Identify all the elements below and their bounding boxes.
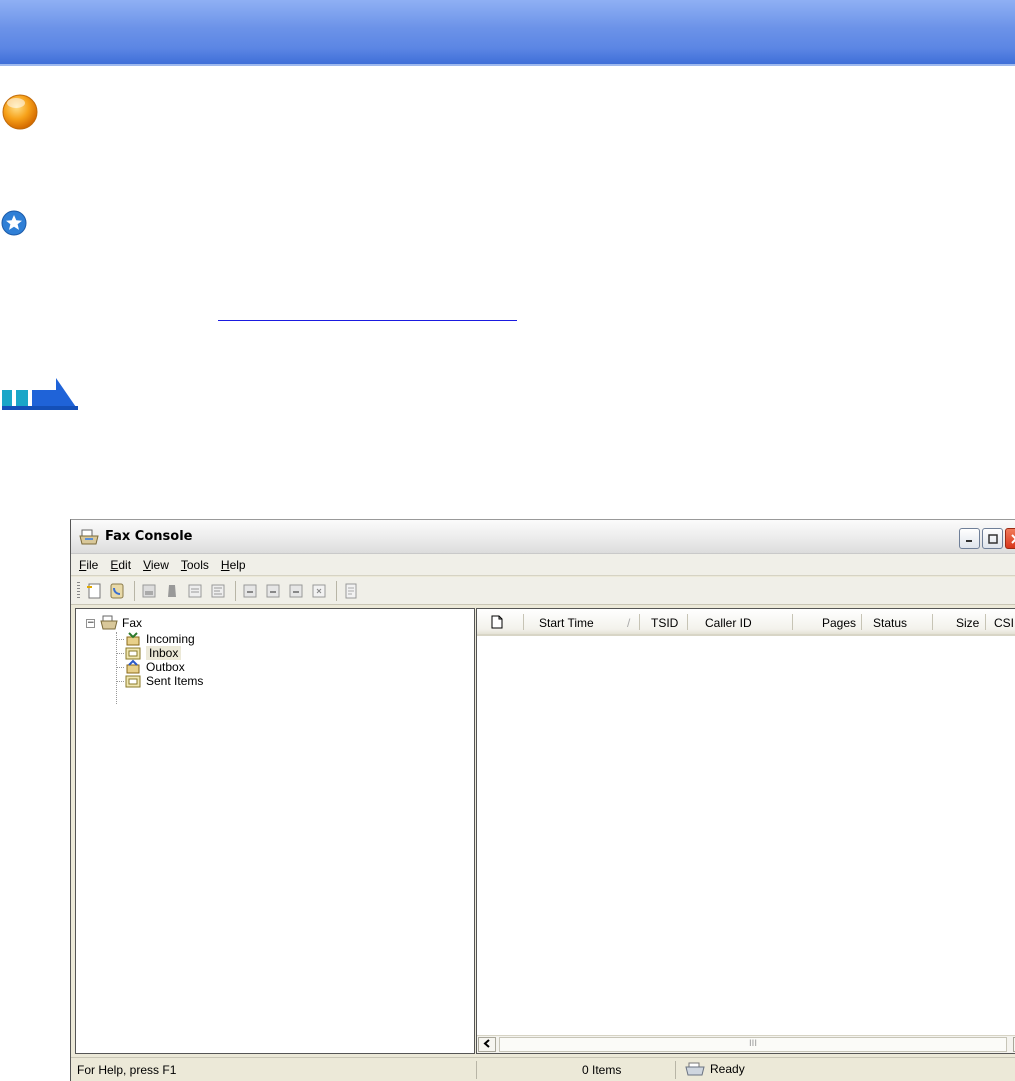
close-icon (1011, 534, 1015, 544)
forward-button[interactable] (263, 581, 283, 601)
toolbar-separator (134, 581, 135, 601)
window-title: Fax Console (105, 529, 192, 544)
title-bar[interactable]: Fax Console (71, 520, 1015, 554)
tree-guide (116, 681, 124, 682)
resume-button[interactable] (309, 581, 329, 601)
fax-printer-icon (79, 528, 99, 546)
save-as-button[interactable] (185, 581, 205, 601)
maximize-button[interactable] (982, 528, 1003, 549)
column-divider[interactable] (523, 614, 524, 630)
status-ready-text: Ready (710, 1062, 745, 1076)
column-caller-id[interactable]: Caller ID (705, 616, 752, 630)
folder-tree: − Fax Incoming Inbox (75, 608, 475, 1054)
menu-tools[interactable]: Tools (181, 558, 209, 572)
column-status[interactable]: Status (873, 616, 907, 630)
mail-to-icon (209, 582, 227, 600)
receive-now-icon (108, 582, 126, 600)
star-badge-icon (0, 208, 30, 238)
fax-console-window: Fax Console File Edit View Tools Help (70, 519, 1015, 1081)
tree-guide (116, 667, 124, 668)
column-divider[interactable] (985, 614, 986, 630)
menu-edit[interactable]: Edit (110, 558, 131, 572)
column-divider[interactable] (687, 614, 688, 630)
sent-items-icon (124, 673, 142, 689)
print-icon (163, 582, 181, 600)
column-divider[interactable] (861, 614, 862, 630)
toolbar (71, 577, 1015, 605)
pause-button[interactable] (286, 581, 306, 601)
tree-guide (116, 653, 124, 654)
tree-label: Incoming (146, 632, 195, 646)
help-link[interactable] (218, 308, 517, 321)
tree-label: Sent Items (146, 674, 203, 688)
scroll-left-button[interactable] (478, 1037, 496, 1052)
tree-label: Outbox (146, 660, 185, 674)
status-divider (675, 1061, 676, 1079)
minimize-button[interactable] (959, 528, 980, 549)
scroll-thumb[interactable]: III (499, 1037, 1007, 1052)
new-fax-button[interactable] (84, 581, 104, 601)
menu-bar: File Edit View Tools Help (71, 554, 1015, 576)
column-pages[interactable]: Pages (822, 616, 856, 630)
delete-icon (342, 582, 360, 600)
status-divider (476, 1061, 477, 1079)
status-ready: Ready (685, 1062, 745, 1076)
close-button[interactable] (1005, 528, 1015, 549)
toolbar-separator (336, 581, 337, 601)
column-header: Start Time / TSID Caller ID Pages Status… (477, 609, 1015, 636)
tree-label: Inbox (146, 646, 181, 660)
column-tsid[interactable]: TSID (651, 616, 678, 630)
column-divider[interactable] (639, 614, 640, 630)
sort-indicator: / (627, 616, 630, 630)
print-button[interactable] (162, 581, 182, 601)
resume-icon (310, 582, 328, 600)
menu-help[interactable]: Help (221, 558, 246, 572)
column-csid[interactable]: CSII (994, 616, 1015, 630)
document-icon[interactable] (491, 615, 503, 629)
menu-view[interactable]: View (143, 558, 169, 572)
chevron-left-icon (483, 1039, 491, 1048)
column-divider[interactable] (932, 614, 933, 630)
receive-now-button[interactable] (107, 581, 127, 601)
horizontal-scrollbar[interactable]: III (477, 1035, 1015, 1053)
next-arrow-icon[interactable] (0, 378, 80, 412)
forward-icon (264, 582, 282, 600)
fax-printer-icon (100, 615, 118, 631)
column-divider[interactable] (792, 614, 793, 630)
pause-icon (287, 582, 305, 600)
fax-list: Start Time / TSID Caller ID Pages Status… (476, 608, 1015, 1054)
header-banner (0, 0, 1015, 66)
status-help-text: For Help, press F1 (77, 1063, 176, 1077)
column-start-time[interactable]: Start Time (539, 616, 594, 630)
new-fax-icon (85, 582, 103, 600)
toolbar-grip[interactable] (77, 582, 80, 600)
view-button[interactable] (139, 581, 159, 601)
collapse-toggle[interactable]: − (86, 619, 95, 628)
menu-file[interactable]: File (79, 558, 98, 572)
orange-bullet-icon (0, 92, 40, 132)
tree-item-sent-items[interactable]: Sent Items (124, 673, 203, 689)
tree-guide (116, 632, 117, 704)
delete-button[interactable] (341, 581, 361, 601)
save-as-icon (186, 582, 204, 600)
tree-item-fax[interactable]: Fax (100, 615, 142, 631)
reply-button[interactable] (240, 581, 260, 601)
tree-label: Fax (122, 616, 142, 630)
fax-printer-icon (685, 1062, 705, 1076)
reply-icon (241, 582, 259, 600)
mail-to-button[interactable] (208, 581, 228, 601)
view-icon (140, 582, 158, 600)
maximize-icon (988, 534, 998, 544)
minimize-icon (965, 534, 974, 543)
tree-guide (116, 639, 124, 640)
toolbar-separator (235, 581, 236, 601)
status-bar: For Help, press F1 0 Items Ready (71, 1057, 1015, 1081)
column-size[interactable]: Size (956, 616, 979, 630)
status-item-count: 0 Items (582, 1063, 621, 1077)
